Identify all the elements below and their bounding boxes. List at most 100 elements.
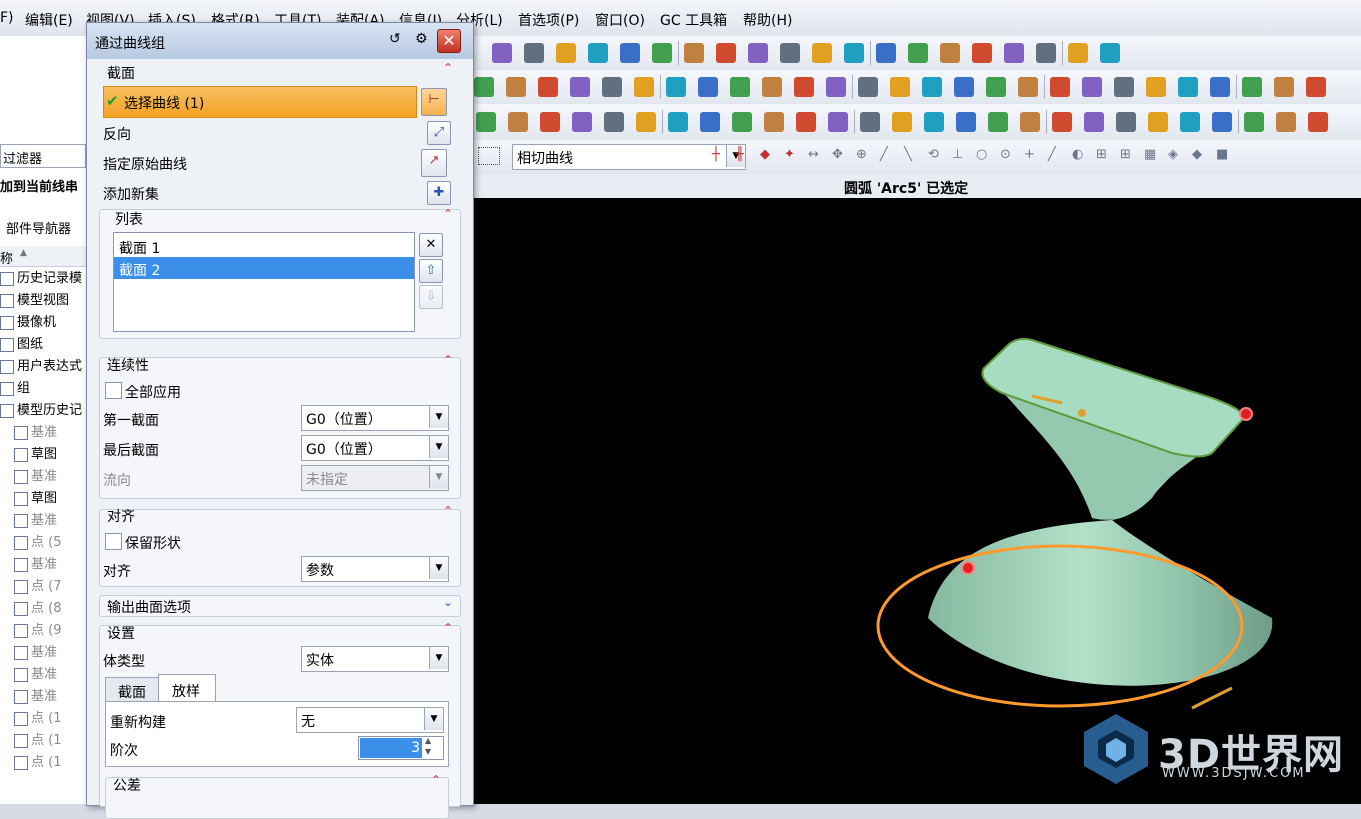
origin-curve-button[interactable]: ↗ <box>421 149 447 177</box>
settings-group-header[interactable]: 设置 ⌃ <box>99 619 459 643</box>
move-down-button[interactable]: ⇩ <box>419 285 443 309</box>
toolbar-tool-icon[interactable] <box>1178 77 1198 97</box>
snap-point-icon[interactable]: + <box>1024 147 1035 162</box>
navigator-tree-item[interactable]: 点 (7 <box>0 576 100 598</box>
menu-file[interactable]: F) <box>0 10 14 26</box>
align-select[interactable]: 参数 ▼ <box>301 556 449 582</box>
menu-preferences[interactable]: 首选项(P) <box>518 10 579 30</box>
snap-point-icon[interactable]: ╱ <box>1048 147 1056 162</box>
top-start-point-marker[interactable] <box>1239 407 1253 421</box>
snap-point-icon[interactable]: ◆ <box>1192 147 1202 162</box>
degree-input[interactable]: 3 <box>360 738 422 758</box>
toolbar-tool-icon[interactable] <box>748 43 768 63</box>
toolbar-tool-icon[interactable] <box>620 43 640 63</box>
navigator-tree-item[interactable]: 模型视图 <box>0 290 86 312</box>
toolbar-tool-icon[interactable] <box>954 77 974 97</box>
filter-label[interactable]: 过滤器 <box>3 148 42 167</box>
snap-point-icon[interactable]: ◆ <box>760 147 770 162</box>
navigator-tree-item[interactable]: 点 (1 <box>0 708 100 730</box>
navigator-tree-item[interactable]: 图纸 <box>0 334 86 356</box>
curve-rule-select[interactable]: 相切曲线 ▼ <box>512 144 746 170</box>
toolbar-tool-icon[interactable] <box>508 112 528 132</box>
toolbar-tool-icon[interactable] <box>1052 112 1072 132</box>
navigator-tree-item[interactable]: 点 (1 <box>0 752 100 774</box>
navigator-tree-item[interactable]: 基准 <box>0 466 100 488</box>
continuity-group-header[interactable]: 连续性 ⌃ <box>99 351 459 375</box>
close-button[interactable]: ✕ <box>437 29 461 53</box>
toolbar-tool-icon[interactable] <box>492 43 512 63</box>
toolbar-tool-icon[interactable] <box>860 112 880 132</box>
toolbar-tool-icon[interactable] <box>636 112 656 132</box>
toolbar-tool-icon[interactable] <box>780 43 800 63</box>
toolbar-tool-icon[interactable] <box>1020 112 1040 132</box>
reset-icon[interactable]: ↺ <box>389 31 401 47</box>
toolbar-tool-icon[interactable] <box>826 77 846 97</box>
menu-gc-toolbox[interactable]: GC 工具箱 <box>660 10 727 30</box>
snap-point-icon[interactable]: ⊕ <box>856 147 867 162</box>
remove-button[interactable]: ✕ <box>419 233 443 257</box>
toolbar-tool-icon[interactable] <box>1004 43 1024 63</box>
toolbar-tool-icon[interactable] <box>1276 112 1296 132</box>
toolbar-tool-icon[interactable] <box>1068 43 1088 63</box>
snap-point-icon[interactable]: ✦ <box>784 147 795 162</box>
toolbar-tool-icon[interactable] <box>1100 43 1120 63</box>
select-curve-row[interactable]: ✔ 选择曲线 (1) <box>103 86 417 118</box>
toolbar-tool-icon[interactable] <box>1180 112 1200 132</box>
gear-icon[interactable]: ⚙ <box>415 31 428 47</box>
toolbar-tool-icon[interactable] <box>1212 112 1232 132</box>
toolbar-tool-icon[interactable] <box>732 112 752 132</box>
toolbar-tool-icon[interactable] <box>796 112 816 132</box>
list-group-header[interactable]: 列表 ⌃ <box>99 205 459 229</box>
toolbar-tool-icon[interactable] <box>1116 112 1136 132</box>
toolbar-tool-icon[interactable] <box>908 43 928 63</box>
body-type-select[interactable]: 实体 ▼ <box>301 646 449 672</box>
toolbar-tool-icon[interactable] <box>538 77 558 97</box>
section-list[interactable]: 截面 1 截面 2 <box>113 232 415 332</box>
dialog-titlebar[interactable]: 通过曲线组 ↺ ⚙ ✕ <box>87 23 473 59</box>
add-to-string-label[interactable]: 加到当前线串 <box>0 176 78 195</box>
navigator-tree-item[interactable]: 点 (9 <box>0 620 100 642</box>
snap-point-icon[interactable]: ↔ <box>808 147 819 162</box>
rebuild-select[interactable]: 无 ▼ <box>296 707 444 733</box>
navigator-tree-item[interactable]: 摄像机 <box>0 312 86 334</box>
tab-loft[interactable]: 放样 <box>158 674 216 703</box>
navigator-tree-item[interactable]: 基准 <box>0 686 100 708</box>
snap-point-icon[interactable]: ╲ <box>904 147 912 162</box>
output-surface-group-header[interactable]: 输出曲面选项 ⌄ <box>99 593 459 617</box>
toolbar-tool-icon[interactable] <box>1146 77 1166 97</box>
snap-point-icon[interactable]: ⊥ <box>952 147 963 162</box>
snap-point-icon[interactable]: ⊞ <box>1096 147 1107 162</box>
toolbar-tool-icon[interactable] <box>1274 77 1294 97</box>
snap-point-icon[interactable]: ✥ <box>832 147 843 162</box>
toolbar-tool-icon[interactable] <box>986 77 1006 97</box>
toolbar-tool-icon[interactable] <box>716 43 736 63</box>
toolbar-tool-icon[interactable] <box>1036 43 1056 63</box>
list-item-selected[interactable]: 截面 2 <box>114 257 414 279</box>
toolbar-tool-icon[interactable] <box>940 43 960 63</box>
toolbar-tool-icon[interactable] <box>570 77 590 97</box>
preserve-shape-checkbox[interactable] <box>105 533 122 550</box>
toolbar-tool-icon[interactable] <box>474 77 494 97</box>
navigator-tree-item[interactable]: 基准 <box>0 422 100 444</box>
toolbar-tool-icon[interactable] <box>666 77 686 97</box>
toolbar-tool-icon[interactable] <box>540 112 560 132</box>
move-up-button[interactable]: ⇧ <box>419 259 443 283</box>
toolbar-tool-icon[interactable] <box>762 77 782 97</box>
toolbar-tool-icon[interactable] <box>924 112 944 132</box>
toolbar-tool-icon[interactable] <box>1244 112 1264 132</box>
toolbar-tool-icon[interactable] <box>700 112 720 132</box>
navigator-tree-item[interactable]: 点 (1 <box>0 730 100 752</box>
navigator-tree-item[interactable]: 点 (8 <box>0 598 100 620</box>
toolbar-tool-icon[interactable] <box>858 77 878 97</box>
toolbar-tool-icon[interactable] <box>1210 77 1230 97</box>
toolbar-tool-icon[interactable] <box>1308 112 1328 132</box>
toolbar-tool-icon[interactable] <box>634 77 654 97</box>
toolbar-tool-icon[interactable] <box>1082 77 1102 97</box>
curve-select-icon[interactable]: ⊢ <box>421 88 447 116</box>
bottom-start-point-marker[interactable] <box>961 561 975 575</box>
graphics-viewport[interactable]: 3D世界网 WWW.3DSJW.COM <box>472 198 1361 804</box>
toolbar-tool-icon[interactable] <box>988 112 1008 132</box>
menu-edit[interactable]: 编辑(E) <box>25 10 73 30</box>
toolbar-tool-icon[interactable] <box>1084 112 1104 132</box>
toolbar-tool-icon[interactable] <box>1114 77 1134 97</box>
